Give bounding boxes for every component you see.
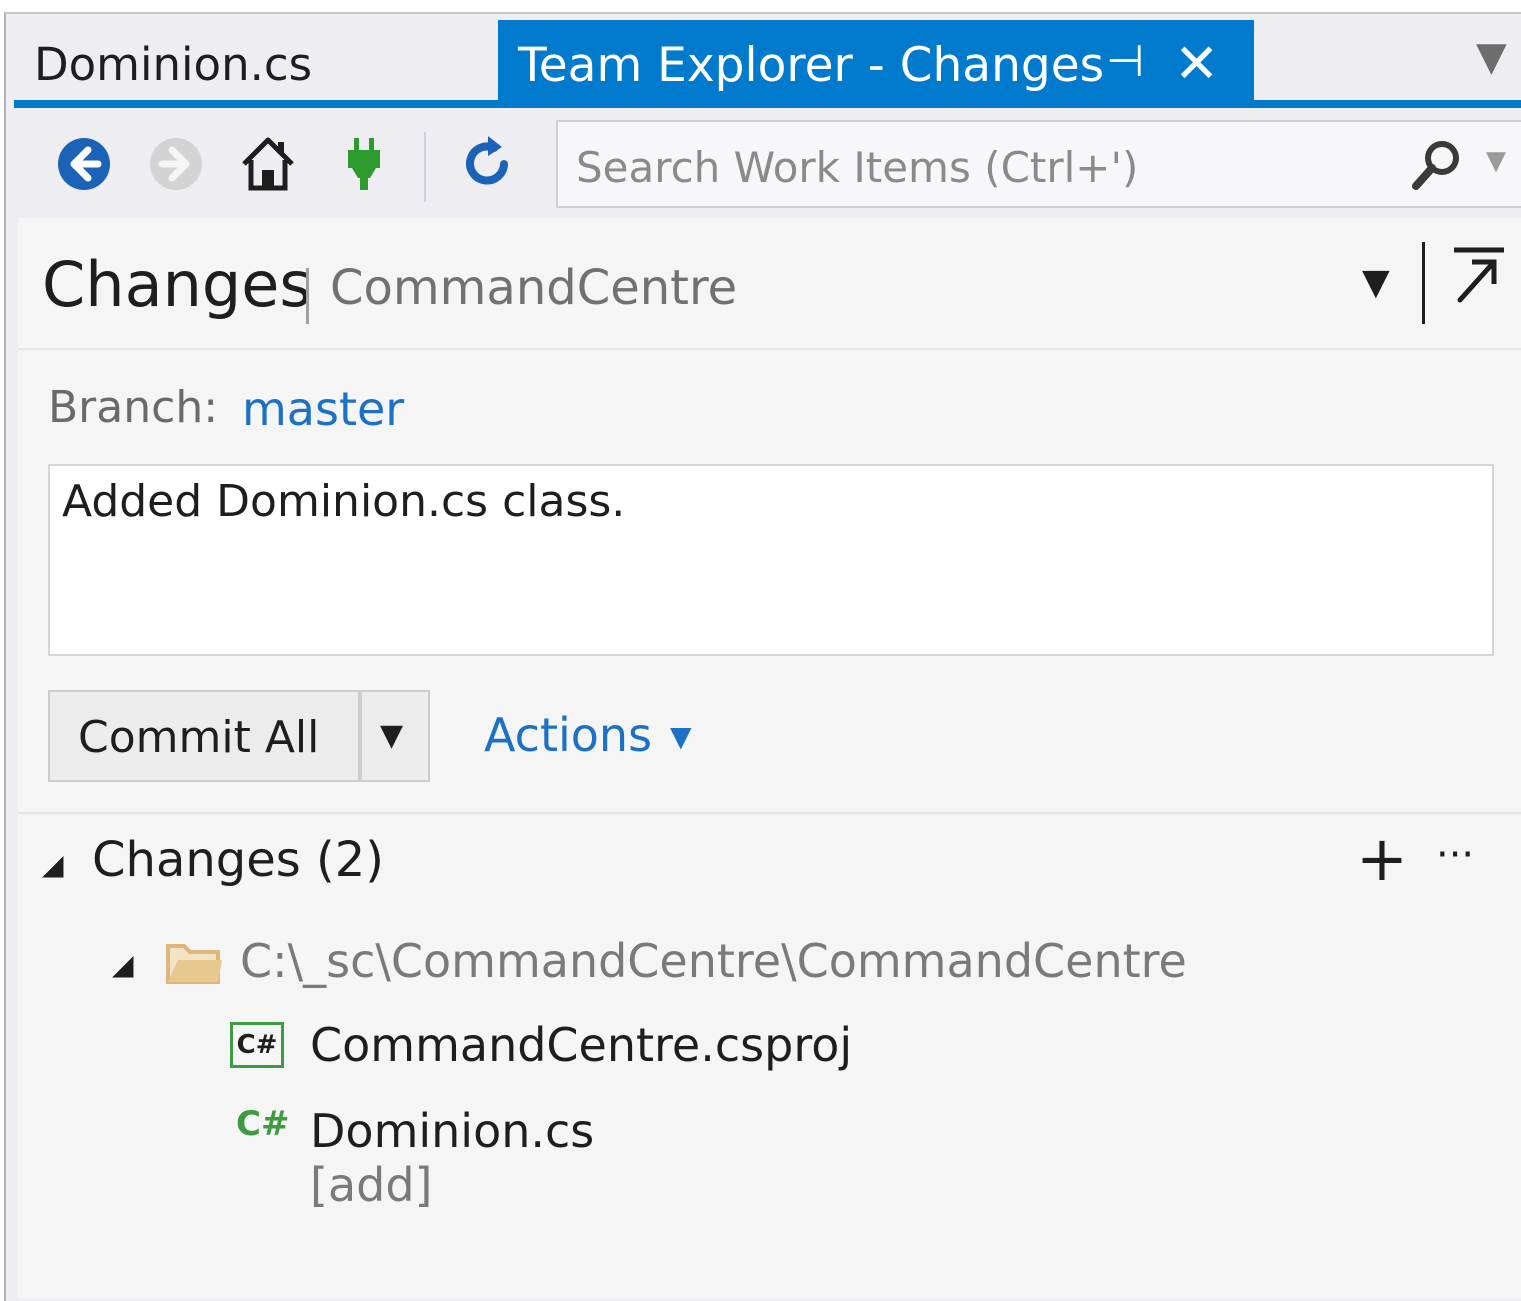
stage-all-plus-icon[interactable]: + bbox=[1356, 822, 1408, 895]
folder-path[interactable]: C:\_sc\CommandCentre\CommandCentre bbox=[240, 934, 1187, 988]
title-separator bbox=[306, 268, 309, 324]
collapse-triangle-icon[interactable]: ◢ bbox=[112, 948, 134, 981]
csproj-icon: C# bbox=[230, 1022, 284, 1068]
collapse-triangle-icon[interactable]: ◢ bbox=[42, 848, 64, 881]
toolbar-separator bbox=[424, 132, 426, 202]
forward-arrow-icon[interactable] bbox=[146, 134, 206, 194]
more-options-icon[interactable]: ··· bbox=[1436, 832, 1474, 878]
branch-link[interactable]: master bbox=[242, 382, 404, 436]
page-title: Changes bbox=[42, 248, 312, 321]
home-icon[interactable] bbox=[238, 134, 298, 194]
connect-plug-icon[interactable] bbox=[334, 134, 394, 194]
search-icon[interactable] bbox=[1406, 136, 1466, 196]
commit-all-button[interactable]: Commit All bbox=[48, 690, 360, 782]
section-divider bbox=[18, 812, 1521, 814]
file-status: [add] bbox=[310, 1158, 433, 1212]
commit-message-field[interactable]: Added Dominion.cs class. bbox=[48, 464, 1494, 656]
page-navigation-dropdown-icon[interactable]: ▼ bbox=[1362, 262, 1390, 303]
page-header: Changes CommandCentre ▼ bbox=[18, 218, 1521, 350]
folder-icon bbox=[166, 944, 222, 984]
chevron-down-icon: ▼ bbox=[380, 718, 404, 753]
undock-icon[interactable] bbox=[1446, 244, 1510, 308]
tab-dominion-cs[interactable]: Dominion.cs bbox=[14, 20, 496, 106]
active-tab-underline bbox=[14, 100, 1521, 108]
commit-all-label: Commit All bbox=[78, 712, 320, 763]
tab-team-explorer-changes[interactable]: Team Explorer - Changes ⊣ ✕ bbox=[498, 20, 1254, 106]
changes-panel: Changes CommandCentre ▼ Branch: master A… bbox=[18, 218, 1521, 1299]
changes-section-header[interactable]: Changes (2) bbox=[92, 832, 384, 888]
pin-icon[interactable]: ⊣ bbox=[1106, 36, 1144, 87]
search-dropdown-icon[interactable]: ▼ bbox=[1486, 146, 1506, 176]
team-explorer-toolbar: ▼ bbox=[18, 108, 1521, 218]
repository-name: CommandCentre bbox=[330, 260, 738, 316]
branch-label: Branch: bbox=[48, 382, 219, 433]
document-tab-strip: Dominion.cs Team Explorer - Changes ⊣ ✕ … bbox=[14, 20, 1521, 106]
tab-label: Dominion.cs bbox=[34, 38, 313, 91]
refresh-icon[interactable] bbox=[458, 134, 518, 194]
file-name: CommandCentre.csproj bbox=[310, 1018, 853, 1072]
back-arrow-icon[interactable] bbox=[54, 134, 114, 194]
file-name: Dominion.cs [add] bbox=[310, 1104, 595, 1212]
search-work-items-box[interactable]: ▼ bbox=[556, 120, 1521, 208]
actions-caret-icon[interactable]: ▼ bbox=[670, 720, 692, 753]
actions-menu-link[interactable]: Actions bbox=[484, 708, 652, 762]
csharp-file-icon: C# bbox=[236, 1104, 290, 1144]
tab-label: Team Explorer - Changes bbox=[518, 38, 1105, 93]
search-input[interactable] bbox=[574, 140, 1398, 194]
header-separator bbox=[1422, 242, 1425, 324]
commit-options-dropdown[interactable]: ▼ bbox=[360, 690, 430, 782]
close-icon[interactable]: ✕ bbox=[1174, 32, 1219, 95]
tab-overflow-menu-icon[interactable]: ▼ bbox=[1476, 34, 1507, 80]
